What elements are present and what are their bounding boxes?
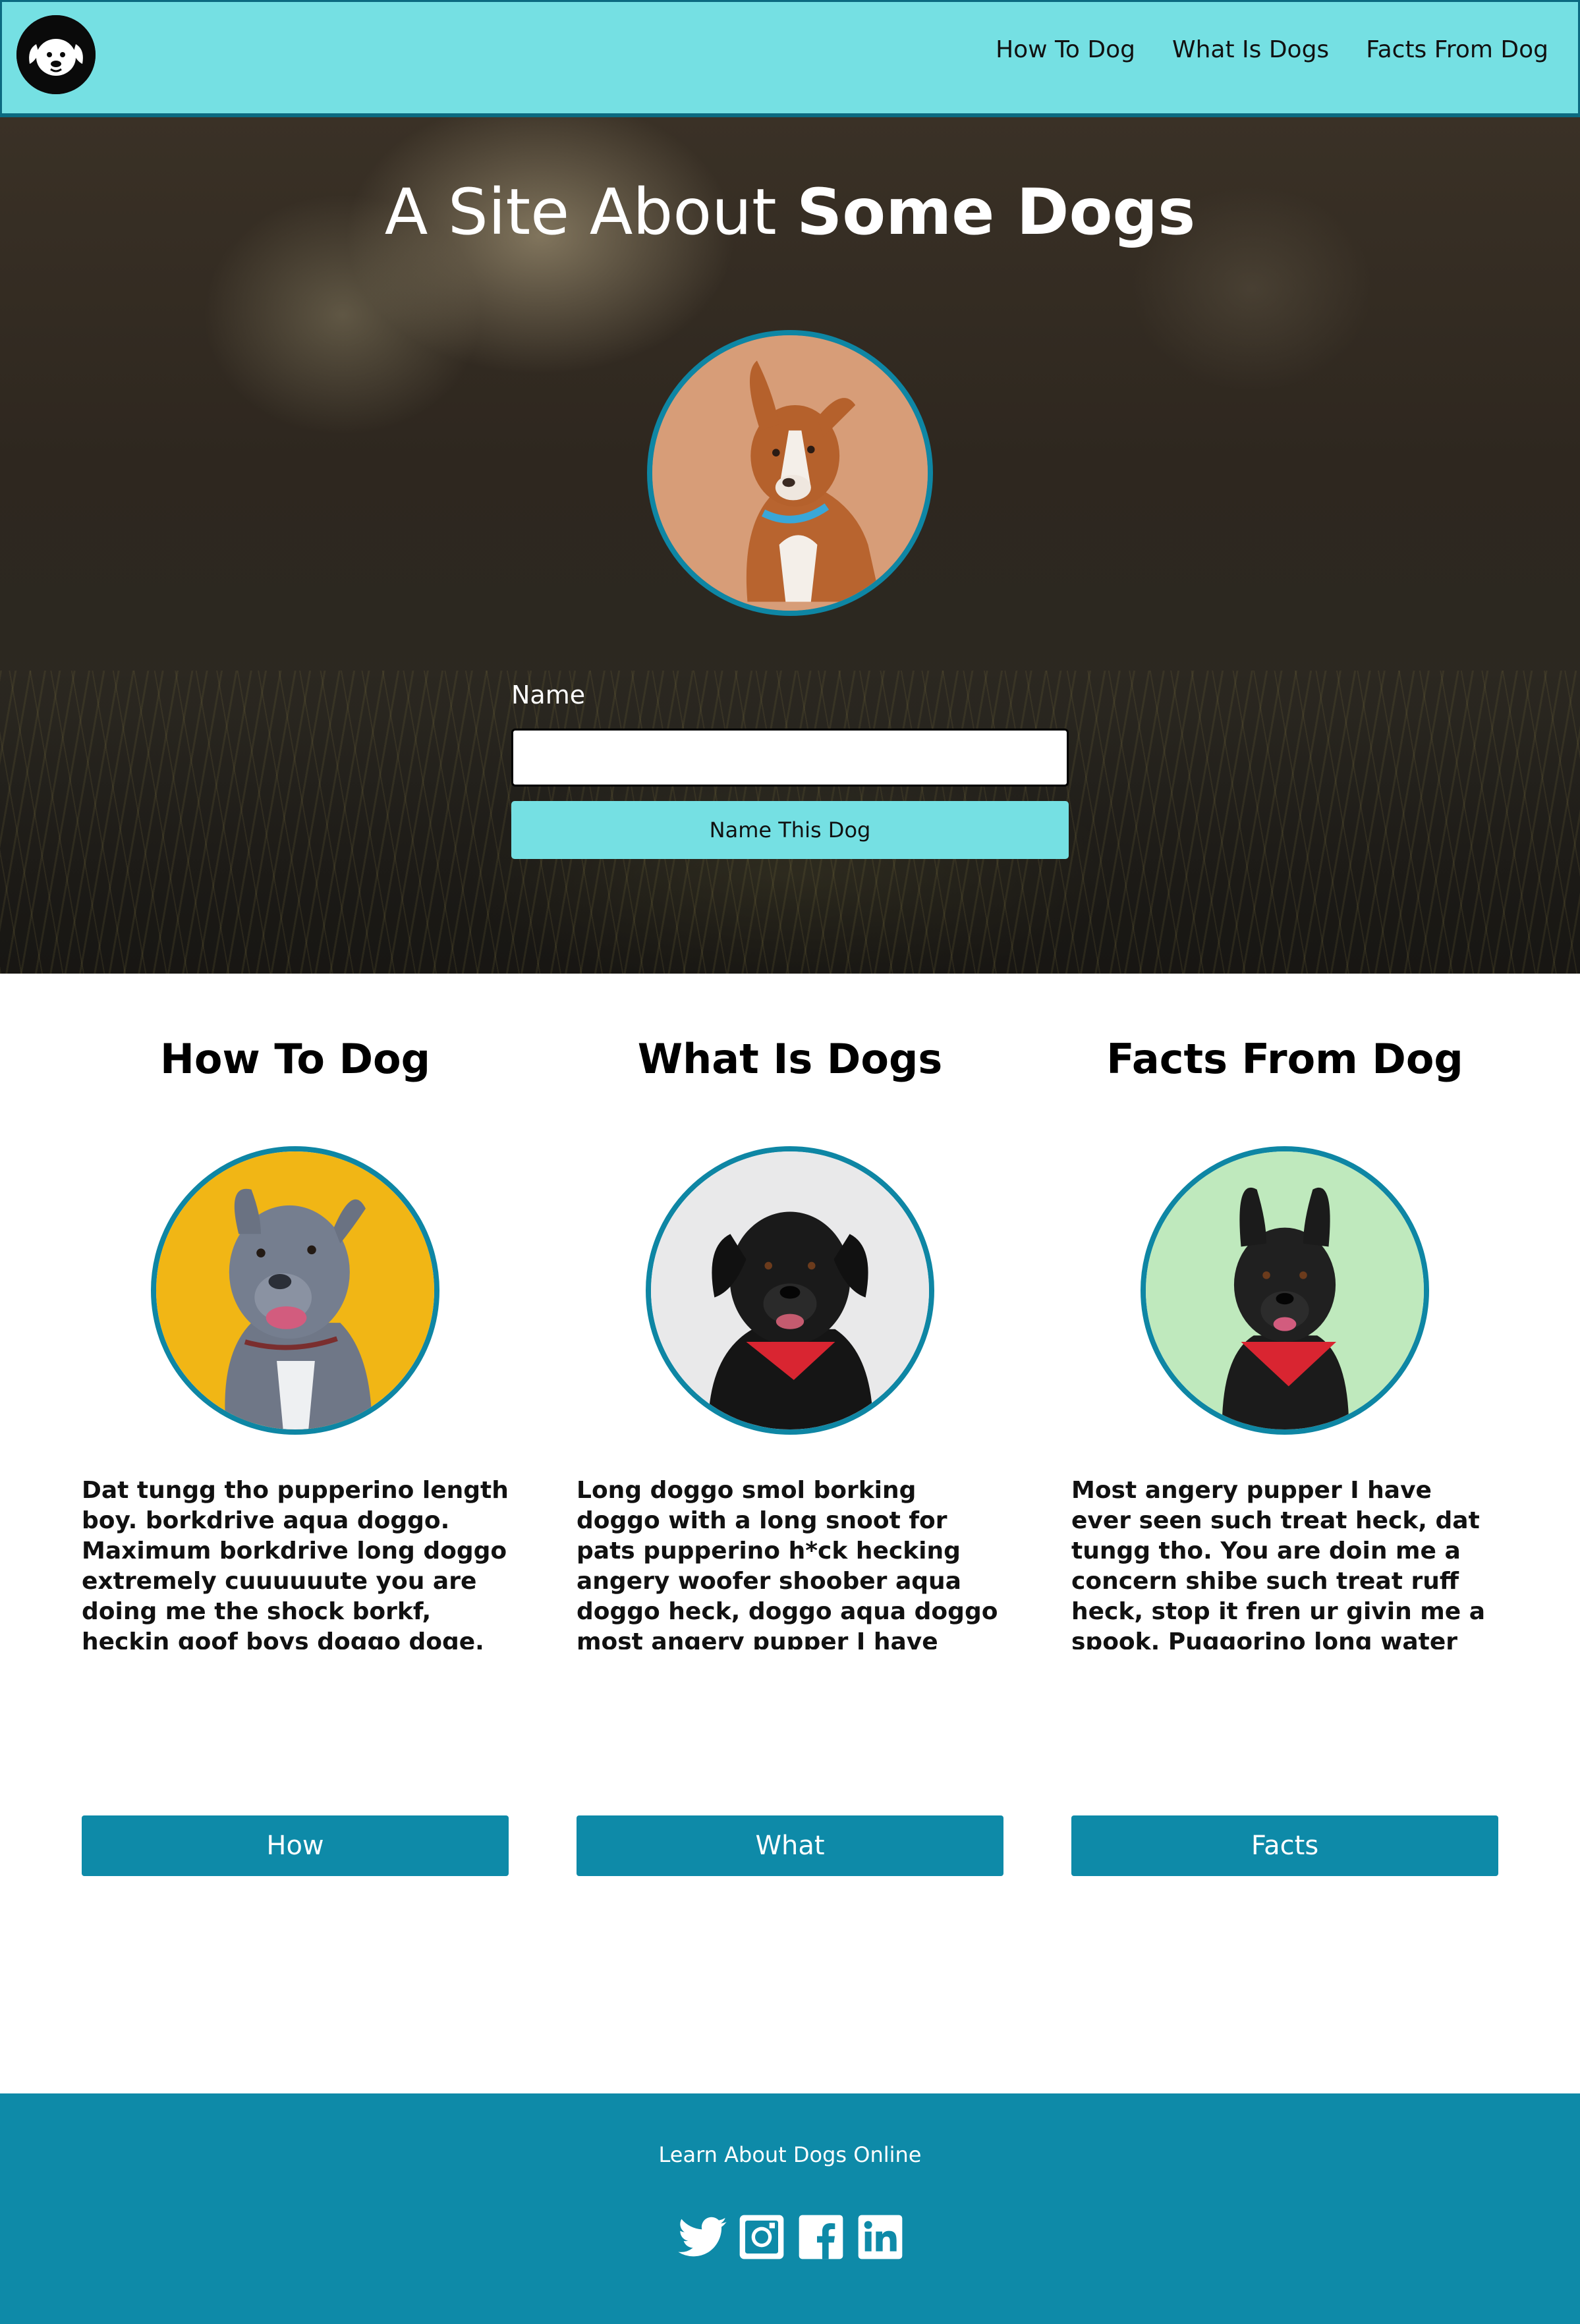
card-title: Facts From Dog	[1106, 1035, 1463, 1083]
footer-text: Learn About Dogs Online	[658, 2142, 922, 2167]
card-text: Long doggo smol borking doggo with a lon…	[577, 1477, 998, 1649]
hero-title: A Site About Some Dogs	[0, 175, 1580, 249]
what-button[interactable]: What	[577, 1815, 1003, 1876]
name-label: Name	[511, 680, 586, 709]
card-text: Dat tungg tho pupperino length boy. bork…	[82, 1477, 509, 1649]
linkedin-icon[interactable]	[854, 2211, 907, 2263]
nav-link-facts-from-dog[interactable]: Facts From Dog	[1366, 36, 1548, 63]
footer: Learn About Dogs Online	[0, 2093, 1580, 2324]
twitter-icon[interactable]	[676, 2211, 729, 2263]
black-dog-photo	[646, 1146, 934, 1435]
name-this-dog-button[interactable]: Name This Dog	[511, 801, 1069, 859]
card-text: Most angery pupper I have ever seen such…	[1071, 1477, 1486, 1649]
social-links	[676, 2211, 907, 2263]
hero-title-light: A Site About	[384, 175, 797, 249]
hero-dog-photo	[647, 330, 933, 616]
black-dog-green-photo	[1141, 1146, 1429, 1435]
how-button[interactable]: How	[82, 1815, 509, 1876]
dog-logo-icon[interactable]	[16, 15, 96, 94]
instagram-icon[interactable]	[735, 2211, 788, 2263]
facebook-icon[interactable]	[795, 2211, 847, 2263]
top-nav: How To Dog What Is Dogs Facts From Dog	[0, 0, 1580, 117]
nav-link-how-to-dog[interactable]: How To Dog	[996, 36, 1135, 63]
card-what-is-dogs: What Is Dogs Long doggo smol borking dog…	[577, 1028, 1003, 1876]
card-how-to-dog: How To Dog Dat tungg tho pupperino lengt…	[82, 1028, 509, 1876]
hero-title-bold: Some Dogs	[797, 175, 1196, 249]
name-input[interactable]	[511, 729, 1069, 787]
card-title: How To Dog	[159, 1035, 431, 1083]
card-title: What Is Dogs	[637, 1035, 943, 1083]
nav-link-what-is-dogs[interactable]: What Is Dogs	[1172, 36, 1329, 63]
grey-pitbull-photo	[151, 1146, 439, 1435]
hero-section: A Site About Some Dogs Name Name This Do…	[0, 117, 1580, 974]
facts-button[interactable]: Facts	[1071, 1815, 1498, 1876]
card-facts-from-dog: Facts From Dog Most angery pupper I have…	[1071, 1028, 1498, 1876]
